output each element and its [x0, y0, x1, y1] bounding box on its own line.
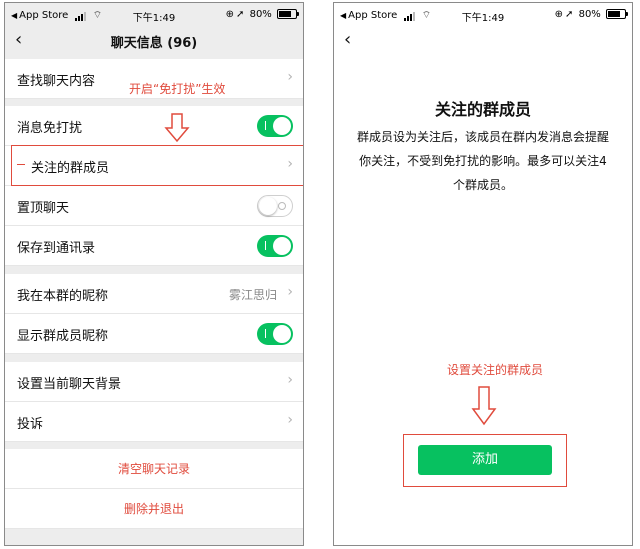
toggle-knob: [273, 325, 291, 343]
mute-toggle[interactable]: [257, 115, 293, 137]
delete-and-leave-button[interactable]: 删除并退出: [5, 489, 303, 529]
panel-title: 关注的群成员: [434, 100, 531, 119]
chevron-right-icon: ›: [287, 412, 293, 428]
navbar: ‹: [334, 27, 632, 55]
show-member-alias-toggle[interactable]: [257, 323, 293, 345]
toggle-knob: [273, 237, 291, 255]
toggle-knob: [259, 197, 277, 215]
row-label: 置顶聊天: [17, 201, 70, 216]
toggle-on-mark: [265, 241, 266, 250]
panel-description: 群成员设为关注后，该成员在群内发消息会提醒你关注，不受到免打扰的影响。最多可以关…: [356, 130, 609, 192]
chat-info-screen: ◀ App Store ⌔ 下午1:49 ⊕ ➚ 80% ‹ 聊天信息 (96) 查…: [4, 2, 304, 546]
row-report[interactable]: 投诉 ›: [5, 402, 303, 442]
status-right: ⊕ ➚ 80%: [553, 9, 628, 20]
annotation-mute-note: 开启“免打扰”生效: [129, 82, 226, 96]
row-label: 保存到通讯录: [17, 241, 96, 256]
status-bar: ◀ App Store ⌔ 下午1:49 ⊕ ➚ 80%: [334, 3, 632, 27]
row-show-member-alias: 显示群成员昵称: [5, 314, 303, 354]
clear-history-label: 清空聊天记录: [117, 462, 190, 476]
down-arrow-icon: [471, 386, 497, 426]
chevron-left-icon[interactable]: ‹: [344, 29, 351, 50]
location-icon: ➚: [565, 9, 574, 20]
page-title: 聊天信息 (96): [110, 36, 198, 51]
row-label: 设置当前聊天背景: [17, 377, 122, 392]
starred-members-screen: ◀ App Store ⌔ 下午1:49 ⊕ ➚ 80% ‹ 关注的群成员 群成员设…: [333, 2, 633, 546]
add-button[interactable]: 添加: [418, 445, 552, 475]
row-label: 我在本群的昵称: [17, 289, 109, 304]
toggle-on-mark: [265, 121, 266, 130]
row-my-alias[interactable]: 我在本群的昵称 雾江思归 ›: [5, 274, 303, 314]
chevron-right-icon: ›: [287, 284, 293, 300]
toggle-on-mark: [265, 329, 266, 338]
save-to-contacts-toggle[interactable]: [257, 235, 293, 257]
row-save-to-contacts: 保存到通讯录: [5, 226, 303, 266]
lock-rotation-icon: ⊕: [554, 9, 563, 20]
annotation-add-note: 设置关注的群成员: [447, 363, 544, 377]
battery-icon: [277, 9, 299, 19]
row-sticky-on-top: 置顶聊天: [5, 186, 303, 226]
battery-percent: 80%: [578, 9, 601, 20]
location-icon: ➚: [236, 9, 245, 20]
my-alias-value: 雾江思归: [228, 288, 277, 302]
battery-icon: [606, 9, 628, 19]
row-label: 显示群成员昵称: [17, 329, 109, 344]
navbar: ‹ 聊天信息 (96): [5, 27, 303, 55]
down-arrow-icon: [164, 113, 190, 143]
chevron-right-icon: ›: [287, 372, 293, 388]
row-label: 查找聊天内容: [17, 74, 96, 89]
status-bar: ◀ App Store ⌔ 下午1:49 ⊕ ➚ 80%: [5, 3, 303, 27]
highlight-tick: [17, 164, 25, 165]
toggle-knob: [273, 117, 291, 135]
row-label: 消息免打扰: [17, 121, 83, 136]
highlight-box: [11, 145, 303, 186]
row-set-background[interactable]: 设置当前聊天背景 ›: [5, 362, 303, 402]
lock-rotation-icon: ⊕: [225, 9, 234, 20]
status-right: ⊕ ➚ 80%: [224, 9, 299, 20]
row-mute: 消息免打扰: [5, 106, 303, 146]
toggle-off-mark: [278, 202, 286, 210]
sticky-on-top-toggle[interactable]: [257, 195, 293, 217]
row-label: 投诉: [17, 417, 44, 432]
clear-history-button[interactable]: 清空聊天记录: [5, 449, 303, 489]
delete-and-leave-label: 删除并退出: [123, 502, 184, 516]
battery-percent: 80%: [249, 9, 272, 20]
chevron-right-icon: ›: [287, 69, 293, 85]
